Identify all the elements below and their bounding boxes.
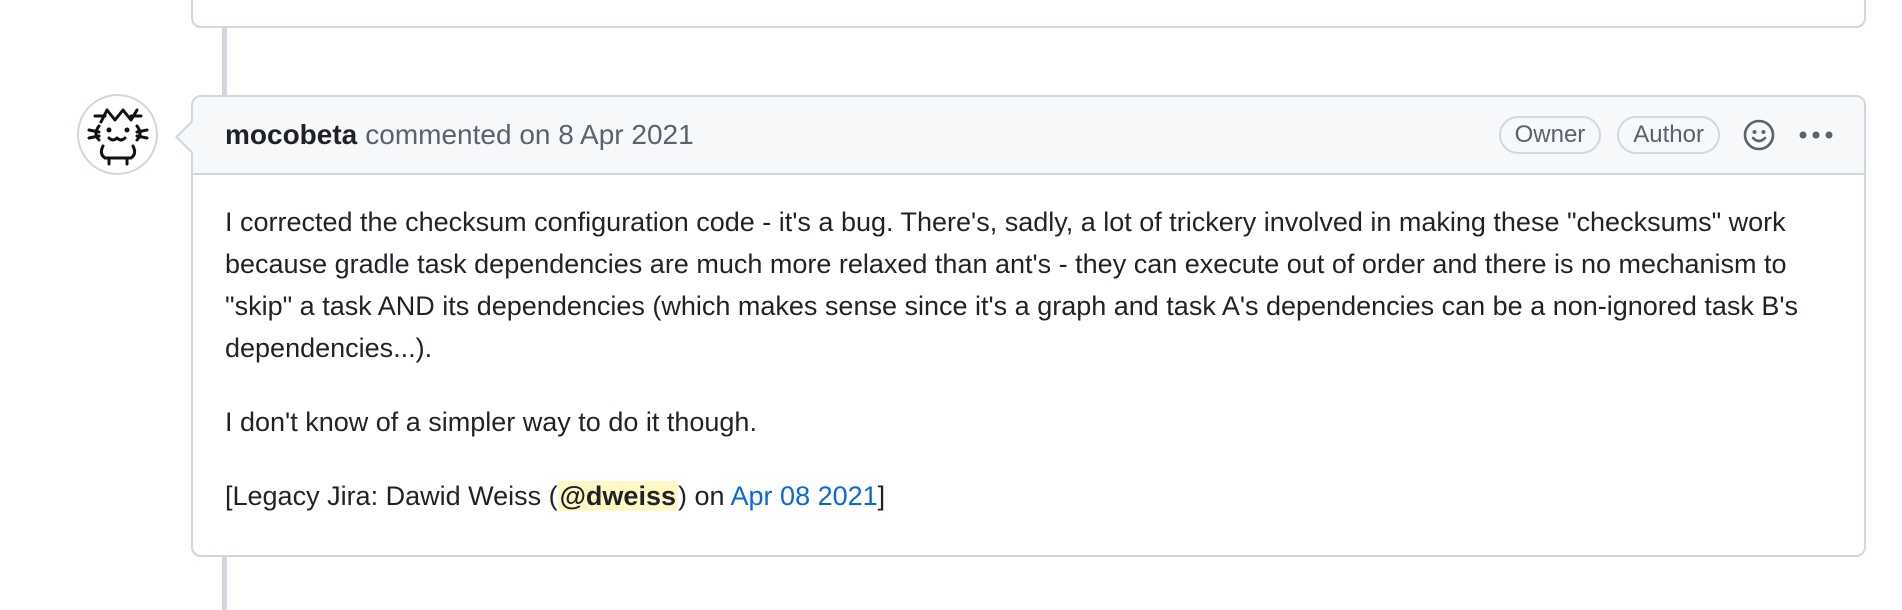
- comment-box: mocobeta commented on 8 Apr 2021 Owner A…: [175, 95, 1866, 557]
- comment-caret-fill: [178, 121, 194, 153]
- author-badge: Author: [1617, 116, 1720, 154]
- legacy-jira-line: [Legacy Jira: Dawid Weiss (@dweiss) on A…: [225, 475, 1832, 517]
- header-actions: Owner Author: [1483, 116, 1834, 154]
- legacy-suffix: ]: [877, 481, 886, 511]
- cat-avatar-icon: [87, 108, 149, 166]
- action-text: commented on: [365, 119, 551, 150]
- legacy-prefix: [Legacy Jira: Dawid Weiss (: [225, 481, 558, 511]
- owner-badge: Owner: [1498, 116, 1602, 154]
- kebab-horizontal-icon[interactable]: [1798, 130, 1834, 140]
- avatar[interactable]: [77, 94, 158, 175]
- user-mention[interactable]: @dweiss: [557, 481, 678, 511]
- comment-body: I corrected the checksum configuration c…: [193, 175, 1864, 517]
- comment-header: mocobeta commented on 8 Apr 2021 Owner A…: [193, 97, 1864, 175]
- author-link[interactable]: mocobeta: [225, 119, 357, 151]
- timeline: mocobeta commented on 8 Apr 2021 Owner A…: [0, 0, 1902, 610]
- legacy-middle: ) on: [677, 481, 731, 511]
- previous-comment: [191, 0, 1866, 28]
- comment-date[interactable]: 8 Apr 2021: [558, 119, 693, 150]
- jira-date-link[interactable]: Apr 08 2021: [731, 481, 878, 511]
- comment-paragraph-1: I corrected the checksum configuration c…: [225, 207, 1799, 363]
- smiley-icon[interactable]: [1742, 118, 1776, 152]
- comment-meta: commented on 8 Apr 2021: [365, 119, 693, 151]
- comment-paragraph-2: I don't know of a simpler way to do it t…: [225, 407, 757, 437]
